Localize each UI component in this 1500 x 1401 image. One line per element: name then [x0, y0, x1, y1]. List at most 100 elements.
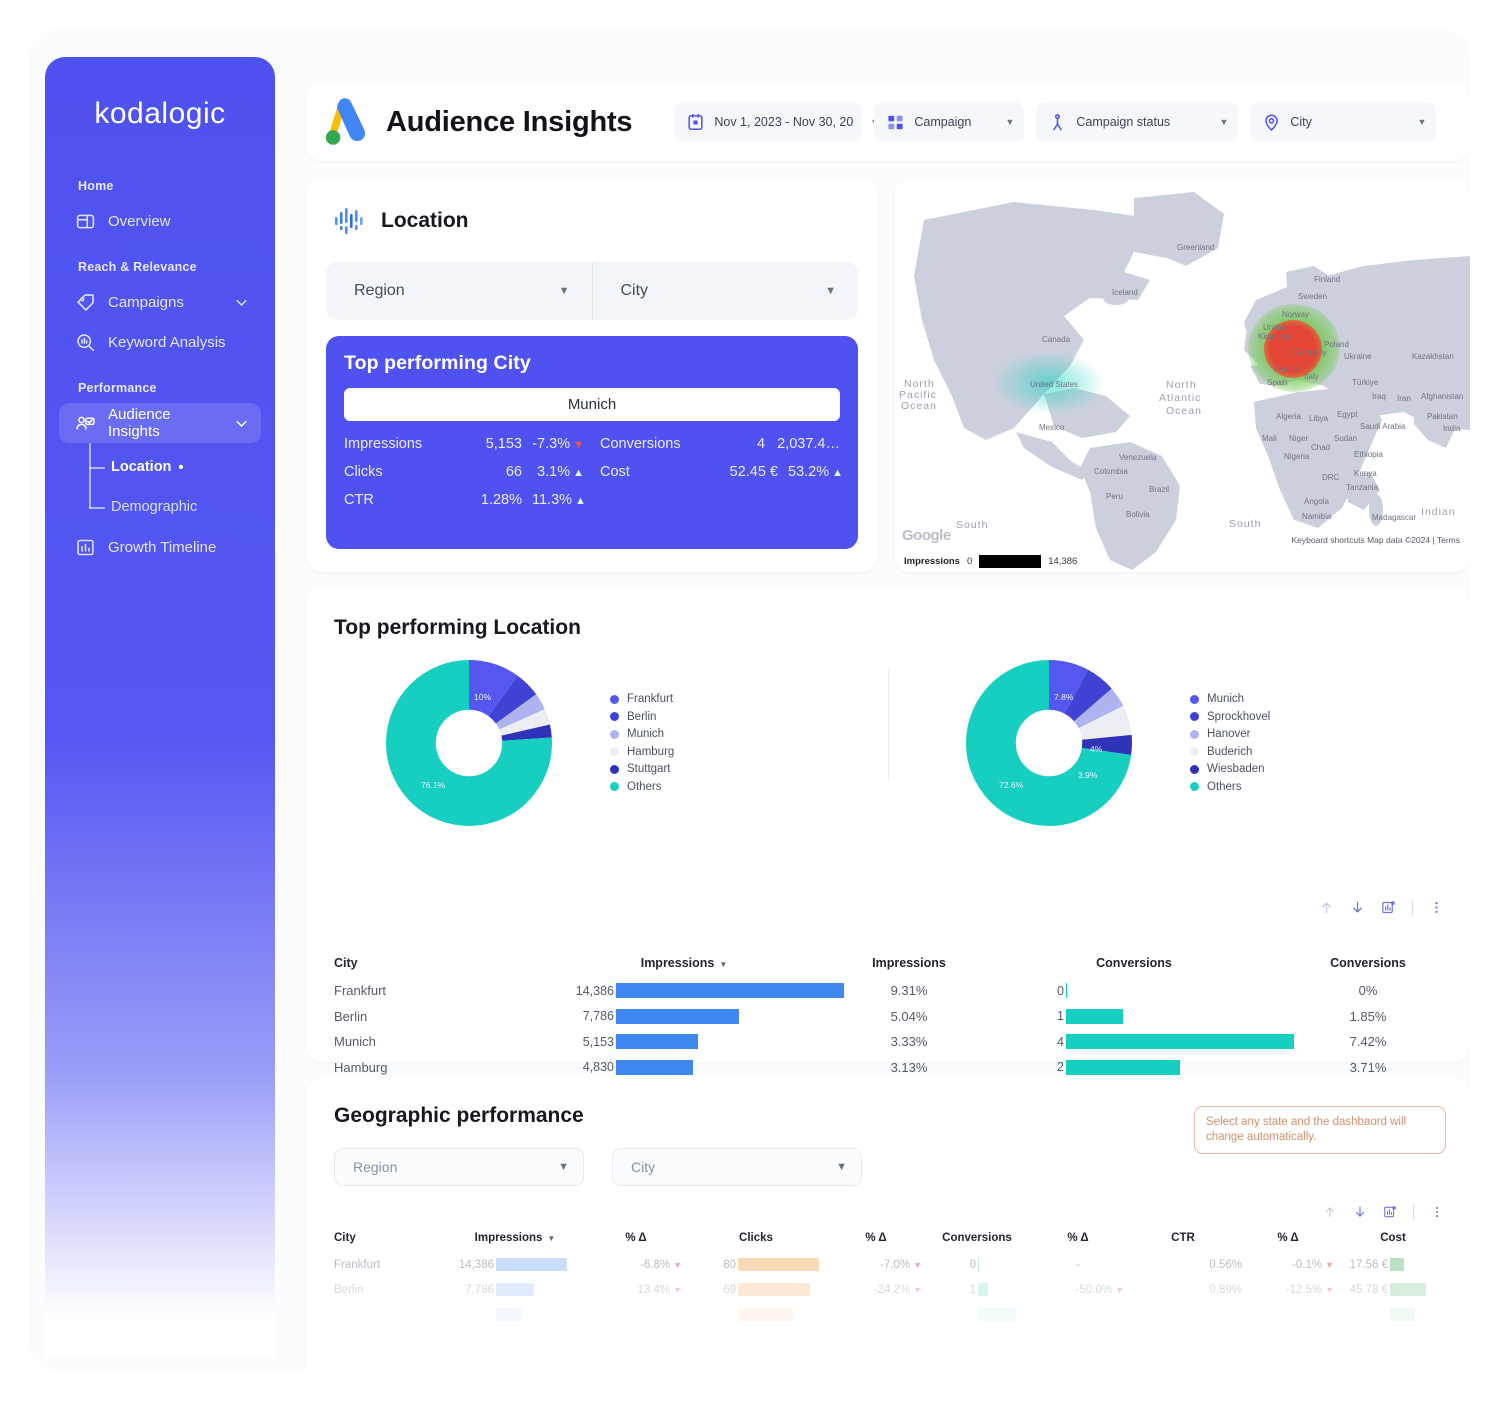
- map-country-label: Madagascar: [1372, 513, 1417, 522]
- region-select[interactable]: Region ▼: [326, 262, 592, 320]
- cell-value: 2: [1057, 1060, 1064, 1075]
- donut-charts-row: 10% 76.1% Frankfurt Berlin Munich Hambur…: [306, 660, 1470, 865]
- map-country-label: Libya: [1309, 414, 1329, 423]
- cell-impressions-pct: 9.31%: [890, 983, 928, 999]
- map-country-label: Iraq: [1372, 392, 1386, 401]
- city-select[interactable]: City ▼: [591, 262, 859, 320]
- sidebar-item-location[interactable]: Location •: [89, 447, 261, 487]
- column-header-impressions-delta[interactable]: % Δ: [590, 1232, 682, 1244]
- sidebar-item-campaigns[interactable]: Campaigns: [59, 282, 261, 322]
- column-header-ctr[interactable]: CTR: [1124, 1232, 1242, 1244]
- add-chart-icon[interactable]: [1381, 900, 1396, 915]
- column-header-ctr-delta[interactable]: % Δ: [1242, 1232, 1334, 1244]
- table-row[interactable]: Hamburg 4,830 3.13% 2 3.71%: [334, 1055, 1442, 1081]
- map-country-label: Venezuela: [1119, 453, 1157, 462]
- metric-value: 66: [505, 464, 522, 480]
- impressions-donut-legend: Frankfurt Berlin Munich Hamburg Stuttgar…: [610, 693, 674, 793]
- chevron-down-icon[interactable]: [234, 295, 249, 310]
- map-country-label: Italy: [1304, 372, 1319, 381]
- legend-swatch: [610, 747, 619, 757]
- table-row[interactable]: Munich 5,153 3.33% 4 7.42%: [334, 1029, 1442, 1055]
- donut-graphic[interactable]: 7.8% 4% 3.9% 72.6%: [966, 660, 1132, 826]
- filter-campaign[interactable]: Campaign ▼: [874, 102, 1025, 142]
- column-header-city[interactable]: City: [334, 956, 524, 970]
- column-header-city[interactable]: City: [334, 1232, 440, 1244]
- more-options-icon[interactable]: [1430, 1205, 1444, 1219]
- cell-impressions: 7,786: [440, 1283, 590, 1296]
- table-row[interactable]: Frankfurt 14,386 -6.8% ▼ 80 -7.0% ▼ 0 - …: [334, 1252, 1446, 1277]
- sort-descending-icon[interactable]: [1353, 1205, 1367, 1219]
- column-header-conversions-bar[interactable]: Conversions: [974, 956, 1294, 970]
- cell-value: 0: [1057, 983, 1064, 998]
- bar-conversions: [1066, 1059, 1180, 1075]
- column-header-cost[interactable]: Cost: [1334, 1232, 1452, 1244]
- column-header-clicks[interactable]: Clicks: [682, 1232, 830, 1244]
- column-header-cost-delta[interactable]: % Δ: [1452, 1232, 1470, 1244]
- top-city-value[interactable]: Munich: [344, 388, 840, 421]
- chevron-down-icon[interactable]: ▼: [1409, 117, 1426, 127]
- bar-conversions: [978, 1283, 988, 1296]
- cell-conversions: 2: [974, 1059, 1294, 1075]
- cell-impressions: 7,786: [524, 1008, 844, 1024]
- chevron-down-icon[interactable]: ▼: [997, 117, 1014, 127]
- bar-clicks: [738, 1258, 819, 1271]
- sort-ascending-icon[interactable]: [1319, 900, 1334, 915]
- geo-city-select[interactable]: City ▼: [612, 1148, 862, 1186]
- bar-impressions: [496, 1258, 567, 1271]
- calendar-icon: [686, 113, 705, 132]
- column-header-conversions-pct[interactable]: Conversions: [1294, 956, 1442, 970]
- map-country-label: Brazil: [1149, 485, 1170, 494]
- filter-campaign-status[interactable]: Campaign status ▼: [1036, 102, 1239, 142]
- legend-swatch: [610, 729, 619, 739]
- legend-gradient-ramp: [979, 555, 1042, 568]
- map-country-label: United: [1263, 323, 1287, 332]
- sidebar-item-audience-insights[interactable]: Audience Insights: [59, 403, 261, 443]
- more-options-icon[interactable]: [1429, 900, 1444, 915]
- cell-impressions: 5,153: [524, 1034, 844, 1050]
- location-card-title: Location: [381, 209, 469, 232]
- toolbar-divider: [1412, 900, 1413, 915]
- legend-item: Sprockhovel: [1190, 711, 1270, 723]
- map-attribution[interactable]: Keyboard shortcuts Map data ©2024 | Term…: [1287, 534, 1464, 546]
- cell-ctr-delta: -0.1% ▼: [1292, 1258, 1334, 1271]
- table-row[interactable]: Berlin 7,786 5.04% 1 1.85%: [334, 1004, 1442, 1030]
- geo-city-value: City: [631, 1159, 656, 1175]
- filter-date-range[interactable]: Nov 1, 2023 - Nov 30, 20 ▼: [674, 102, 879, 142]
- column-header-impressions-bar[interactable]: Impressions ▼: [524, 956, 844, 970]
- table-row[interactable]: Frankfurt 14,386 9.31% 0 0%: [334, 978, 1442, 1004]
- map-country-label: Saudi Arabia: [1360, 422, 1406, 431]
- column-header-clicks-delta[interactable]: % Δ: [830, 1232, 922, 1244]
- column-header-impressions-pct[interactable]: Impressions: [844, 956, 974, 970]
- sidebar-item-overview[interactable]: Overview: [59, 201, 261, 241]
- sort-ascending-icon[interactable]: [1323, 1205, 1337, 1219]
- table-row[interactable]: Berlin 7,786 13.4% ▼ 69 -24.2% ▼ 1 -50.0…: [334, 1277, 1446, 1302]
- column-header-conversions[interactable]: Conversions: [922, 1232, 1032, 1244]
- slice-label-wiesbaden: 3.9%: [1078, 770, 1098, 780]
- column-header-conversions-delta[interactable]: % Δ: [1032, 1232, 1124, 1244]
- cell-cost-delta: -35.8%▼: [1452, 1284, 1470, 1296]
- cell-city: Munich: [334, 1034, 376, 1050]
- sidebar-item-growth-timeline[interactable]: Growth Timeline: [59, 527, 261, 567]
- bar-cost: [1390, 1258, 1404, 1271]
- add-chart-icon[interactable]: [1383, 1205, 1397, 1219]
- sidebar-item-keyword-analysis[interactable]: Keyword Analysis: [59, 322, 261, 362]
- cell-city: Berlin: [334, 1283, 364, 1296]
- map-card[interactable]: Google Keyboard shortcuts Map data ©2024…: [894, 180, 1470, 572]
- chevron-down-icon[interactable]: [234, 416, 249, 431]
- map-country-label: France: [1274, 365, 1299, 374]
- table-row[interactable]: [334, 1302, 1446, 1327]
- table-toolbar: [1319, 900, 1444, 915]
- geo-region-select[interactable]: Region ▼: [334, 1148, 584, 1186]
- map-country-label: Greenland: [1177, 243, 1215, 252]
- sidebar-item-demographic[interactable]: Demographic: [89, 487, 261, 527]
- location-filters: Region ▼ City ▼: [326, 262, 858, 320]
- donut-graphic[interactable]: 10% 76.1%: [386, 660, 552, 826]
- filter-city[interactable]: City ▼: [1250, 102, 1437, 142]
- column-header-impressions[interactable]: Impressions ▼: [440, 1232, 590, 1244]
- cell-value: 4,830: [582, 1060, 614, 1075]
- active-dot-icon: •: [178, 458, 184, 476]
- bar-conversions: [1066, 983, 1068, 999]
- sort-descending-icon[interactable]: [1350, 900, 1365, 915]
- world-map[interactable]: Google Keyboard shortcuts Map data ©2024…: [894, 180, 1470, 572]
- chevron-down-icon[interactable]: ▼: [1211, 117, 1228, 127]
